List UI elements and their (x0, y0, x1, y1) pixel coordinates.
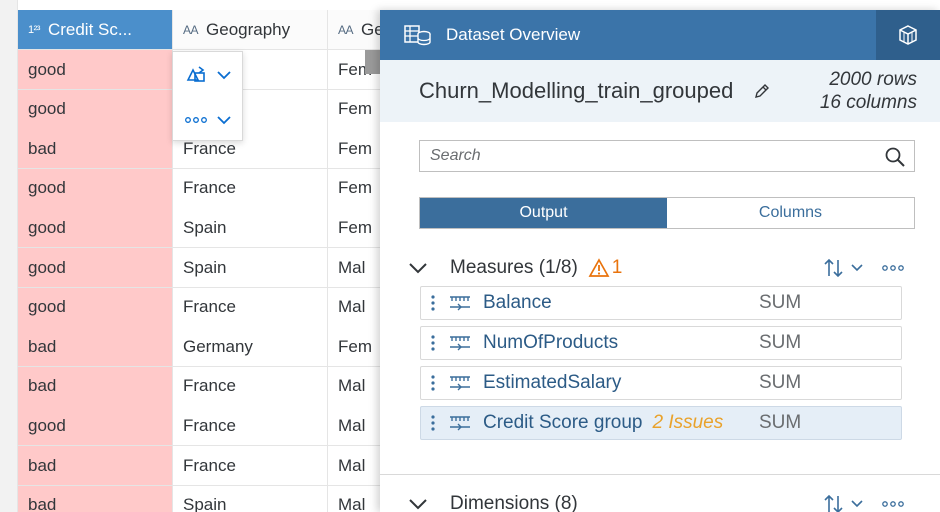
geography-cell[interactable]: Spain (173, 248, 328, 288)
dataset-overview-panel: Dataset Overview Churn_Modelling_train_g… (380, 10, 940, 512)
text-type-icon: AA (183, 22, 199, 37)
dataset-icon (394, 24, 442, 46)
aggregation-label[interactable]: SUM (759, 332, 801, 354)
measures-section-header[interactable]: Measures (1/8) 1 (408, 252, 918, 284)
measure-icon (445, 335, 475, 351)
warning-icon (588, 258, 610, 277)
credit-score-cell[interactable]: good (18, 208, 173, 249)
measure-name: Balance (483, 292, 552, 313)
search-icon[interactable] (884, 146, 906, 168)
cube-icon (899, 25, 917, 45)
credit-score-cell[interactable]: bad (18, 366, 173, 407)
aggregation-label[interactable]: SUM (759, 292, 801, 314)
overflow-icon (882, 501, 904, 507)
row-count: 2000 rows (829, 69, 917, 90)
dimensions-section-header[interactable]: Dimensions (8) (408, 488, 918, 512)
geography-cell[interactable]: France (173, 168, 328, 209)
geography-cell[interactable]: France (173, 406, 328, 447)
panel-title: Dataset Overview (446, 25, 581, 44)
geography-cell[interactable]: Germany (173, 327, 328, 368)
tab-output[interactable]: Output (420, 198, 667, 228)
measure-row[interactable]: NumOfProducts SUM (420, 326, 902, 360)
column-header-label: Credit Sc... (47, 19, 133, 39)
row-gutter (0, 0, 18, 512)
search-field[interactable] (419, 140, 915, 172)
sort-icon (824, 494, 843, 512)
dataset-name: Churn_Modelling_train_grouped (419, 78, 734, 103)
measure-name: Credit Score group (483, 412, 643, 433)
credit-score-cell[interactable]: good (18, 168, 173, 209)
credit-score-cell[interactable]: good (18, 287, 173, 328)
geography-cell[interactable]: Spain (173, 485, 328, 512)
chevron-down-icon (851, 500, 863, 508)
measures-title: Measures (1/8) (450, 257, 578, 278)
warning-indicator[interactable]: 1 (588, 257, 623, 279)
edit-name-button[interactable] (753, 82, 771, 100)
more-options-button[interactable] (882, 264, 904, 272)
credit-score-cell[interactable]: good (18, 89, 173, 130)
chevron-down-icon (217, 70, 231, 79)
data-grid: 1²³ Credit Sc... AA Geography AA Ge good… (0, 0, 420, 512)
chevron-down-icon (217, 115, 231, 124)
drag-handle-icon[interactable] (421, 334, 445, 352)
more-options-button[interactable] (882, 500, 904, 508)
overflow-icon (882, 265, 904, 271)
drag-handle-icon[interactable] (421, 414, 445, 432)
credit-score-cell[interactable]: good (18, 50, 173, 90)
grid-scrollbar-thumb[interactable] (365, 50, 381, 74)
measure-row[interactable]: Credit Score group 2 Issues SUM (420, 406, 902, 440)
drag-handle-icon[interactable] (421, 294, 445, 312)
dataset-stats: 2000 rows 16 columns (820, 68, 917, 114)
search-input[interactable] (420, 147, 870, 165)
issue-link[interactable]: 2 Issues (652, 412, 723, 434)
transform-menu-item[interactable] (173, 52, 242, 97)
text-type-icon: AA (338, 22, 354, 37)
credit-score-cell[interactable]: good (18, 406, 173, 447)
geography-cell[interactable]: Spain (173, 208, 328, 249)
chevron-down-icon (851, 264, 863, 272)
column-count: 16 columns (819, 92, 917, 113)
measure-icon (445, 295, 475, 311)
overflow-icon (185, 116, 207, 123)
chevron-down-icon[interactable] (408, 262, 438, 274)
credit-score-cell[interactable]: bad (18, 485, 173, 512)
pencil-icon (755, 84, 770, 98)
column-action-menu (172, 51, 243, 141)
sort-icon (824, 258, 843, 278)
sort-button[interactable] (823, 493, 863, 512)
column-header-credit-score[interactable]: 1²³ Credit Sc... (18, 10, 173, 50)
measure-name: EstimatedSalary (483, 372, 622, 393)
credit-score-cell[interactable]: good (18, 248, 173, 288)
tab-columns[interactable]: Columns (667, 198, 914, 228)
measure-icon (445, 375, 475, 391)
more-menu-item[interactable] (173, 97, 242, 142)
view-toggle: Output Columns (419, 197, 915, 229)
chevron-down-icon[interactable] (408, 498, 438, 510)
measure-name: NumOfProducts (483, 332, 619, 353)
column-header-geography[interactable]: AA Geography (173, 10, 328, 50)
column-header-label: Geography (206, 19, 291, 39)
credit-score-cell[interactable]: bad (18, 327, 173, 368)
credit-score-cell[interactable]: bad (18, 129, 173, 170)
warning-count: 1 (611, 257, 623, 278)
aggregation-label[interactable]: SUM (759, 412, 801, 434)
dataset-info-bar: Churn_Modelling_train_grouped 2000 rows … (380, 60, 940, 122)
transform-icon (186, 65, 205, 82)
geography-cell[interactable]: France (173, 287, 328, 328)
credit-score-cell[interactable]: bad (18, 446, 173, 486)
measure-row[interactable]: Balance SUM (420, 286, 902, 320)
geography-cell[interactable]: France (173, 446, 328, 486)
measure-icon (445, 415, 475, 431)
sort-button[interactable] (823, 257, 863, 279)
geography-cell[interactable]: France (173, 366, 328, 407)
numeric-type-icon: 1²³ (28, 23, 40, 36)
dimensions-title: Dimensions (8) (450, 493, 578, 512)
drag-handle-icon[interactable] (421, 374, 445, 392)
cube-button[interactable] (876, 10, 940, 60)
measure-row[interactable]: EstimatedSalary SUM (420, 366, 902, 400)
section-divider (380, 474, 940, 475)
aggregation-label[interactable]: SUM (759, 372, 801, 394)
panel-header: Dataset Overview (380, 10, 940, 60)
